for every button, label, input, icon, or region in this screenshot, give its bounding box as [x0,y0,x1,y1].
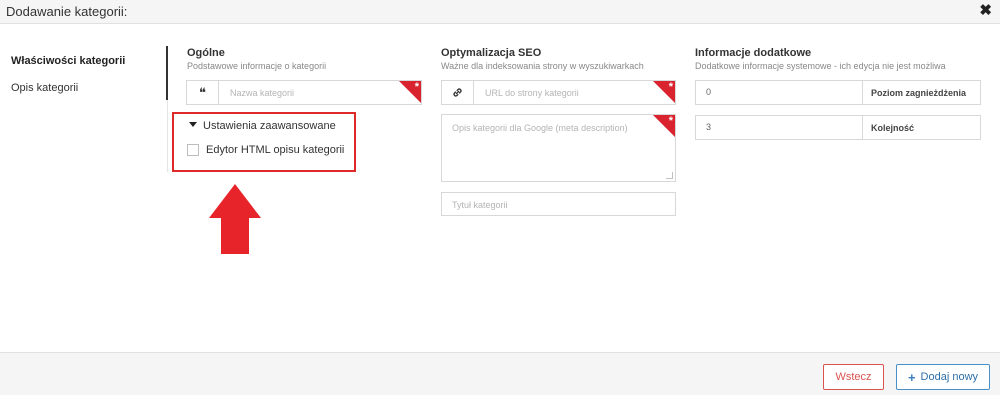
dialog-title: Dodawanie kategorii: [6,4,128,19]
category-name-field[interactable]: ❝ Nazwa kategorii * [186,80,422,105]
plus-icon: + [907,369,916,385]
order-label: Kolejność [862,116,980,139]
nesting-level-value: 0 [706,87,712,97]
advanced-settings-toggle[interactable]: Ustawienia zaawansowane [189,120,336,132]
annotation-arrow-up-icon [209,184,261,254]
meta-description-placeholder: Opis kategorii dla Google (meta descript… [452,123,628,133]
order-row: 3 Kolejność [695,115,981,140]
category-name-placeholder: Nazwa kategorii [230,88,295,98]
add-new-label: Dodaj nowy [920,371,979,383]
category-title-field[interactable]: Tytuł kategorii [441,192,676,216]
quote-icon: ❝ [187,81,219,104]
link-icon [442,81,474,104]
nav-divider [167,100,168,172]
meta-description-textarea[interactable]: Opis kategorii dla Google (meta descript… [441,114,676,182]
required-star-icon: * [668,115,673,127]
nav-item-properties[interactable]: Właściwości kategorii [11,55,125,67]
info-title: Informacje dodatkowe [695,47,812,59]
nav-active-indicator [166,46,168,100]
general-title: Ogólne [187,47,225,59]
nav-item-description[interactable]: Opis kategorii [11,82,78,94]
category-title-placeholder: Tytuł kategorii [452,200,508,210]
nesting-level-label: Poziom zagnieżdżenia [862,81,980,104]
info-subtitle: Dodatkowe informacje systemowe - ich edy… [695,61,946,71]
category-url-placeholder: URL do strony kategorii [485,88,579,98]
caret-down-icon [189,122,197,127]
advanced-settings-label: Ustawienia zaawansowane [203,120,336,132]
add-new-button[interactable]: + Dodaj nowy [896,364,990,390]
html-editor-checkbox[interactable] [187,144,199,156]
dialog-header: Dodawanie kategorii: ✖ [0,0,1000,24]
required-star-icon: * [668,81,673,93]
seo-subtitle: Ważne dla indeksowania strony w wyszukiw… [441,61,644,71]
order-value: 3 [706,122,712,132]
category-url-field[interactable]: URL do strony kategorii * [441,80,676,105]
required-star-icon: * [414,81,419,93]
resize-handle-icon[interactable] [666,172,673,179]
nesting-level-row: 0 Poziom zagnieżdżenia [695,80,981,105]
seo-title: Optymalizacja SEO [441,47,542,59]
html-editor-label[interactable]: Edytor HTML opisu kategorii [206,144,344,156]
close-icon[interactable]: ✖ [979,3,992,19]
back-button[interactable]: Wstecz [823,364,884,390]
general-subtitle: Podstawowe informacje o kategorii [187,61,327,71]
